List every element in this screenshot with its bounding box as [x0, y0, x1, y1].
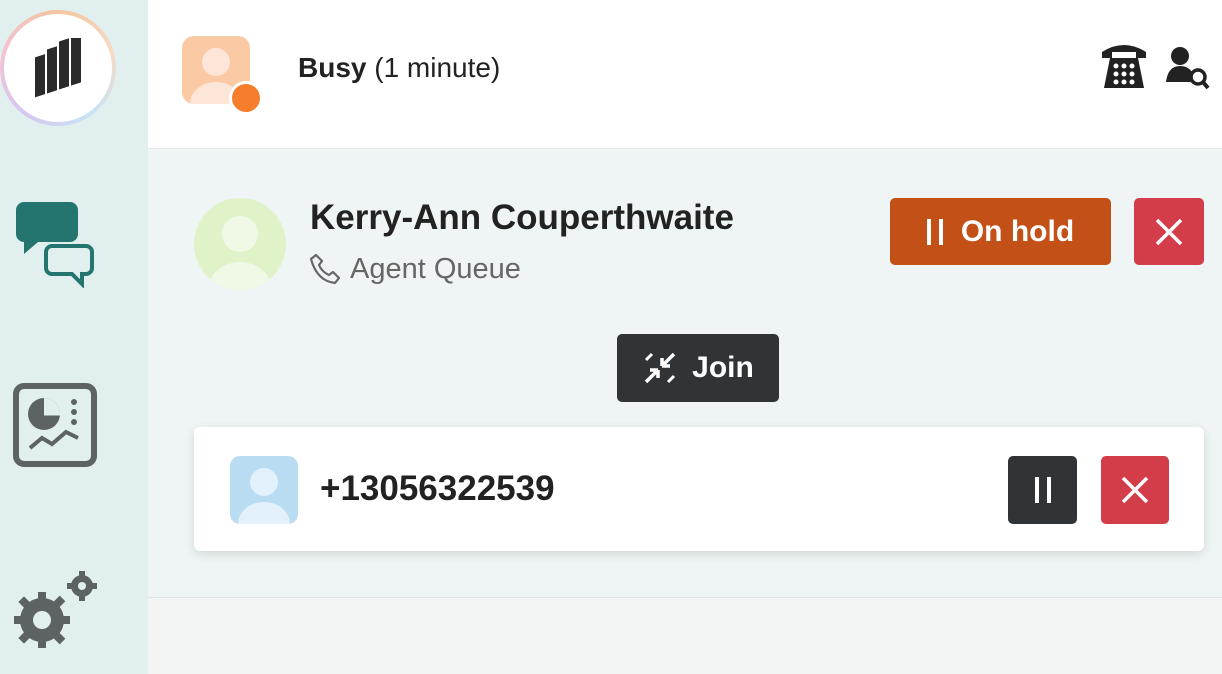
call-panel: Kerry-Ann Couperthwaite Agent Queue On h… [148, 150, 1222, 598]
merge-icon [644, 352, 676, 384]
queue-label: Agent Queue [350, 252, 521, 285]
on-hold-button[interactable]: On hold [890, 198, 1111, 265]
caller-name: Kerry-Ann Couperthwaite [310, 198, 734, 237]
person-icon [208, 216, 272, 290]
pause-icon [1034, 477, 1039, 503]
phone-icon [309, 253, 341, 285]
app-logo[interactable] [0, 10, 116, 126]
secondary-hold-button[interactable] [1008, 456, 1077, 524]
chat-icon[interactable] [14, 198, 96, 288]
status-label: Busy [298, 52, 367, 83]
on-hold-label: On hold [960, 214, 1075, 248]
logo-icon [35, 38, 81, 98]
close-icon [1155, 218, 1183, 245]
status-indicator [229, 81, 263, 115]
join-button[interactable]: Join [617, 334, 779, 402]
close-icon [1121, 476, 1149, 504]
footer-area [148, 599, 1222, 674]
secondary-caller-number: +13056322539 [320, 469, 555, 508]
hangup-button[interactable] [1134, 198, 1204, 265]
person-icon [238, 468, 290, 524]
dashboard-icon[interactable] [12, 382, 98, 468]
join-label: Join [692, 351, 754, 384]
status-text[interactable]: Busy (1 minute) [298, 52, 500, 84]
secondary-caller-avatar [230, 456, 298, 524]
settings-icon[interactable] [10, 568, 102, 654]
pause-icon [926, 218, 943, 245]
sidebar [0, 0, 148, 674]
secondary-hangup-button[interactable] [1101, 456, 1169, 524]
caller-avatar [194, 198, 286, 290]
secondary-call-card: +13056322539 [194, 427, 1204, 551]
user-search-icon[interactable] [1166, 44, 1210, 90]
caller-queue: Agent Queue [308, 252, 521, 286]
dialpad-phone-icon[interactable] [1098, 38, 1150, 90]
status-duration: (1 minute) [374, 52, 501, 83]
header: Busy (1 minute) [148, 0, 1222, 149]
